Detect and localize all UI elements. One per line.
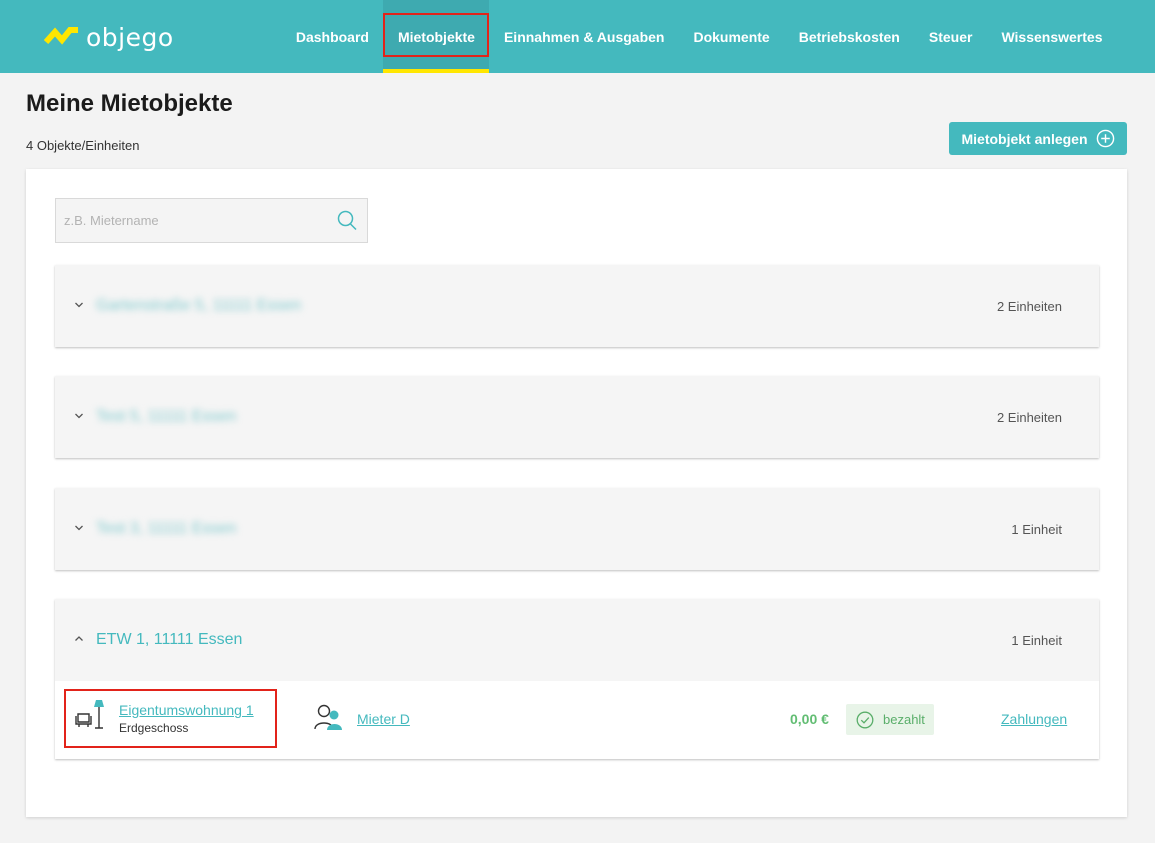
- property-accordion: Gartenstraße 5, 11111 Essen 2 Einheiten: [55, 265, 1099, 347]
- nav-label: Wissenswertes: [1001, 28, 1103, 45]
- tenants-icon: [314, 704, 342, 730]
- page-title: Meine Mietobjekte: [26, 90, 233, 117]
- property-header[interactable]: Test 5, 11111 Essen 2 Einheiten: [55, 376, 1099, 458]
- property-accordion-expanded: ETW 1, 11111 Essen 1 Einheit Eigentumswo…: [55, 599, 1099, 759]
- property-unit-count: 2 Einheiten: [996, 409, 1062, 425]
- highlight-box: [383, 13, 490, 57]
- unit-row: Eigentumswohnung 1 Erdgeschoss Mieter D …: [55, 681, 1099, 759]
- logo-mark-icon: [44, 27, 78, 45]
- property-header[interactable]: Gartenstraße 5, 11111 Essen 2 Einheiten: [55, 265, 1099, 347]
- search-icon[interactable]: [337, 210, 357, 231]
- property-header[interactable]: ETW 1, 11111 Essen 1 Einheit: [55, 599, 1099, 681]
- nav-label: Steuer: [928, 28, 973, 45]
- nav-label: Dokumente: [693, 28, 770, 45]
- logo[interactable]: objego: [44, 20, 174, 54]
- status-text: bezahlt: [883, 712, 925, 727]
- nav-label: Betriebskosten: [798, 28, 900, 45]
- nav-label: Dashboard: [295, 28, 369, 45]
- rent-amount: 0,00 €: [790, 711, 829, 727]
- property-address: Gartenstraße 5, 11111 Essen: [96, 297, 302, 314]
- status-badge: bezahlt: [846, 704, 934, 735]
- property-unit-count: 2 Einheiten: [996, 298, 1062, 314]
- property-address: Test 3, 11111 Essen: [96, 520, 237, 537]
- property-address: Test 5, 11111 Essen: [96, 408, 237, 425]
- nav-dokumente[interactable]: Dokumente: [679, 0, 784, 73]
- property-accordion: Test 5, 11111 Essen 2 Einheiten: [55, 376, 1099, 458]
- add-property-button[interactable]: Mietobjekt anlegen: [949, 122, 1127, 155]
- nav-betriebskosten[interactable]: Betriebskosten: [784, 0, 914, 73]
- top-navigation-bar: objego Dashboard Mietobjekte Einnahmen &…: [0, 0, 1155, 73]
- main-nav: Dashboard Mietobjekte Einnahmen & Ausgab…: [281, 0, 1117, 73]
- unit-name-link[interactable]: Eigentumswohnung 1: [119, 702, 254, 718]
- check-circle-icon: [856, 711, 874, 728]
- unit-floor: Erdgeschoss: [119, 721, 189, 735]
- nav-label: Einnahmen & Ausgaben: [503, 28, 665, 45]
- chevron-down-icon: [75, 413, 83, 419]
- nav-wissenswertes[interactable]: Wissenswertes: [987, 0, 1117, 73]
- payments-link[interactable]: Zahlungen: [1001, 711, 1067, 727]
- property-unit-count: 1 Einheit: [1011, 521, 1062, 537]
- search-box: [55, 198, 368, 243]
- nav-dashboard[interactable]: Dashboard: [281, 0, 383, 73]
- property-header[interactable]: Test 3, 11111 Essen 1 Einheit: [55, 488, 1099, 570]
- property-address: ETW 1, 11111 Essen: [96, 631, 243, 648]
- apartment-furniture-icon: [75, 700, 104, 729]
- logo-text: objego: [86, 22, 174, 52]
- chevron-down-icon: [75, 302, 83, 308]
- chevron-up-icon: [75, 636, 83, 641]
- search-input[interactable]: [56, 199, 326, 242]
- properties-card: Gartenstraße 5, 11111 Essen 2 Einheiten …: [26, 169, 1127, 817]
- nav-mietobjekte[interactable]: Mietobjekte: [383, 0, 490, 73]
- plus-circle-icon: [1096, 129, 1114, 148]
- nav-einnahmen-ausgaben[interactable]: Einnahmen & Ausgaben: [489, 0, 679, 73]
- property-accordion: Test 3, 11111 Essen 1 Einheit: [55, 488, 1099, 570]
- property-unit-count: 1 Einheit: [1011, 632, 1062, 648]
- chevron-down-icon: [75, 525, 83, 531]
- objects-count: 4 Objekte/Einheiten: [26, 138, 140, 153]
- nav-steuer[interactable]: Steuer: [914, 0, 987, 73]
- tenant-link[interactable]: Mieter D: [357, 711, 410, 727]
- add-property-label: Mietobjekt anlegen: [961, 130, 1088, 147]
